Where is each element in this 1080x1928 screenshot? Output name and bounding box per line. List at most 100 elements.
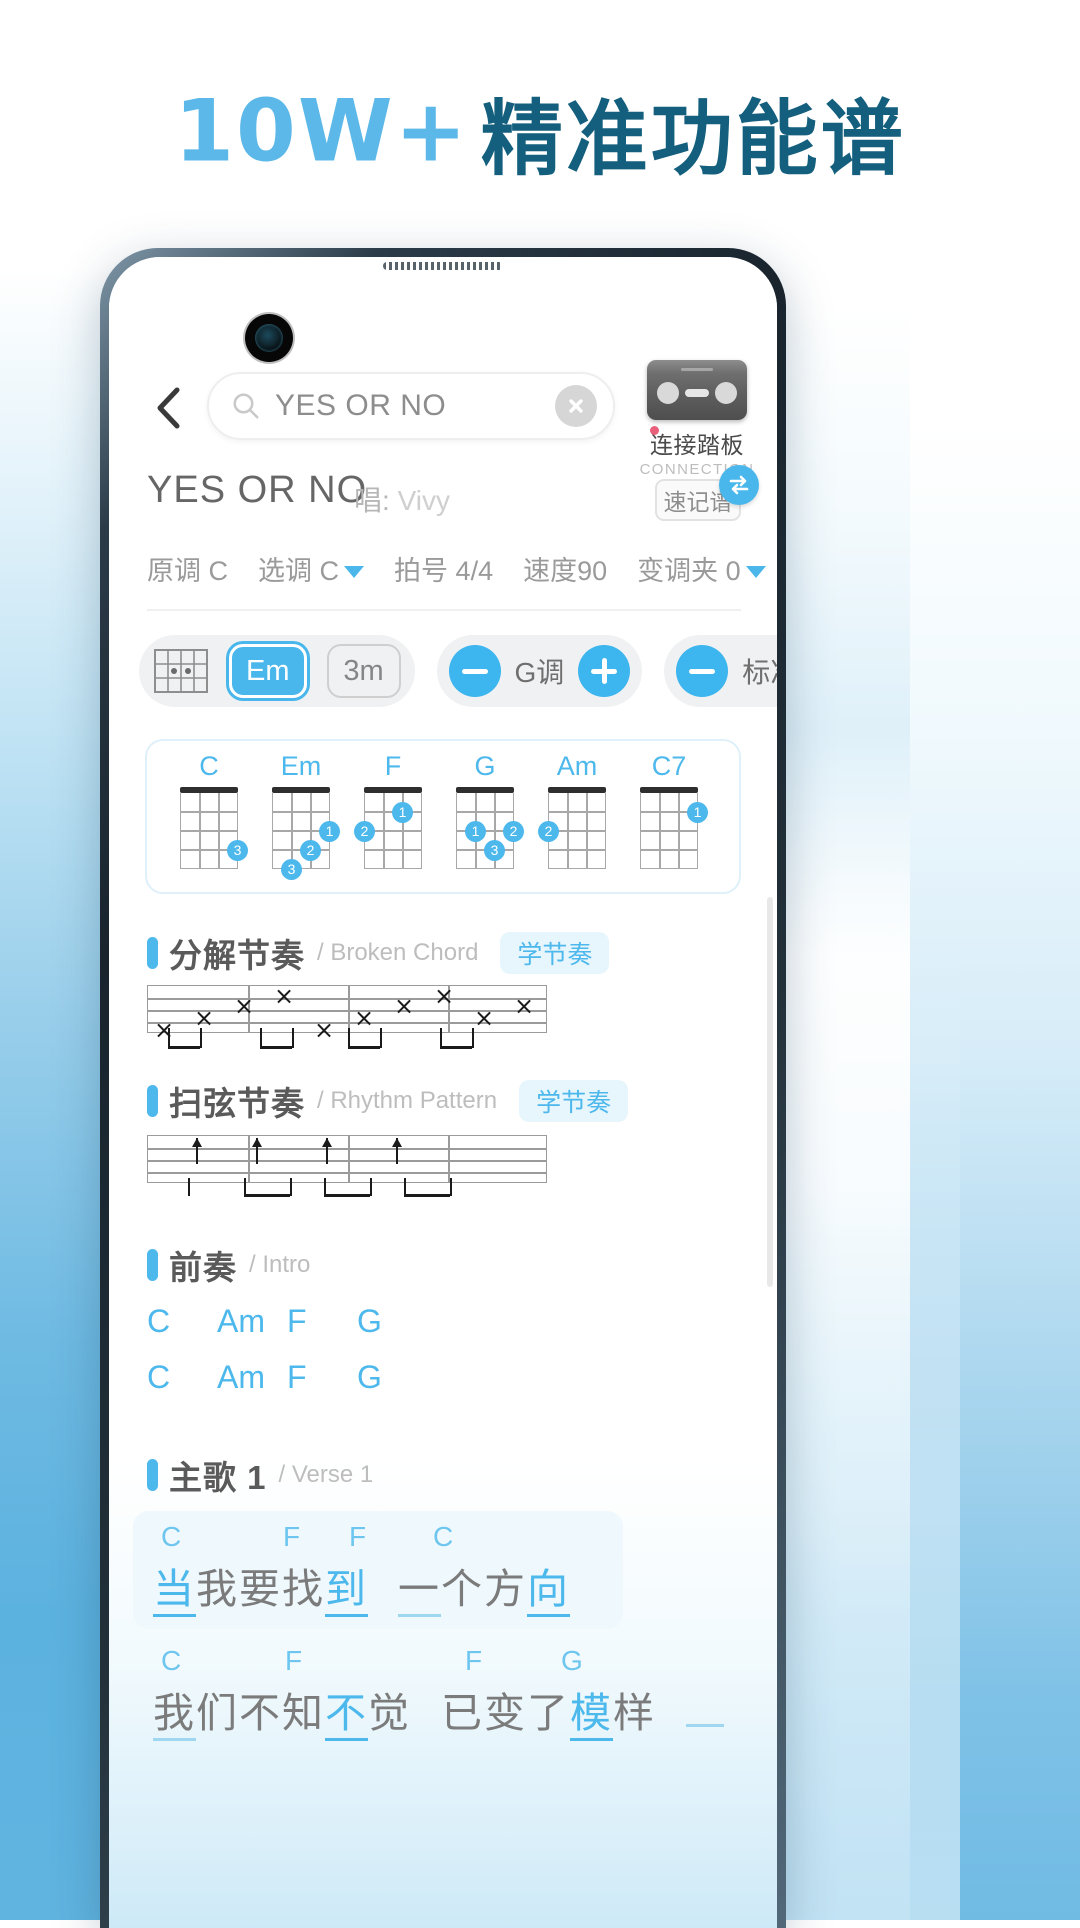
connect-pedal-widget[interactable]: 连接踏板 CONNECTION [635,360,759,478]
lyric-line-block[interactable]: C F F C 当我要找到 一个方向 [133,1511,623,1629]
note-beam [404,1194,450,1197]
note-stem [380,1028,382,1048]
chord-finger-dot: 2 [354,821,375,842]
section-verse1-name: 主歌 1 [169,1459,267,1496]
chord-fretboard: 12 [354,787,422,869]
strum-up-arrow [323,1138,331,1164]
strum-up-arrow [253,1138,261,1164]
progression-chord: Am [217,1359,265,1395]
pedal-status-dot [650,426,659,435]
section-rhythm-pattern-name: 扫弦节奏 [169,1085,305,1122]
back-button[interactable] [147,384,189,432]
chord-fretboard: 123 [456,787,524,869]
note-beam [324,1194,370,1197]
singer-label: 唱: [354,485,390,516]
chord-finger-dot: 1 [392,802,413,823]
swap-score-button[interactable] [719,465,759,505]
chord-diagram[interactable]: C7 1 [623,751,715,869]
lyric-chord: C [161,1521,182,1552]
meta-tempo-label: 速度 [523,556,578,586]
fretboard-icon[interactable] [153,648,209,694]
note-stem [348,1028,350,1048]
meta-capo[interactable]: 变调夹 0 [637,549,766,588]
meta-selected-key[interactable]: 选调 C [258,549,365,588]
progression-chord: C [147,1359,171,1395]
chord-fretboard: 123 [272,787,340,880]
key-minus-button[interactable] [448,645,501,697]
lyric-chord: F [285,1645,303,1676]
meta-time-signature-value: 4/4 [455,556,494,586]
progression-chord: G [357,1303,382,1339]
section-rhythm-pattern-header: 扫弦节奏 / Rhythm Pattern 学节奏 [147,1077,629,1125]
learn-rhythm-button-broken[interactable]: 学节奏 [500,932,610,974]
chord-fretboard: 1 [640,787,708,869]
lyric-segment: 当 [153,1566,196,1617]
meta-capo-label: 变调夹 [637,556,719,586]
section-marker [147,1085,158,1117]
tab-x-note: × [314,1016,335,1044]
meta-original-key: 原调 C [147,549,228,588]
headline-text: 精准功能谱 [480,94,906,185]
song-header: YES OR NO 唱: Vivy 速记谱 [109,463,777,539]
lyric-text-row: 我们不知不觉 已变了模样 [153,1679,724,1741]
scrollbar[interactable] [767,897,773,1287]
section-marker [147,1459,158,1491]
learn-rhythm-button-pattern[interactable]: 学节奏 [519,1080,629,1122]
chord-diagram-name: C7 [651,751,687,781]
chord-finger-dot: 2 [300,840,321,861]
lyric-segment: 觉 [368,1690,411,1736]
lyric-segment: 模 [570,1690,613,1741]
section-intro-header: 前奏 / Intro [147,1241,310,1289]
note-stem [168,1028,170,1048]
chord-finger-dot: 1 [687,802,708,823]
lyric-segment: 我 [153,1690,196,1741]
note-stem [370,1178,372,1196]
tuning-minus-button[interactable] [676,645,729,697]
lyric-chord: C [433,1521,454,1552]
chord-display-group: Em 3m [139,635,415,707]
app-screen: YES OR NO 连接踏板 CONNECTION YES OR NO 唱: V… [109,257,777,1928]
intro-progression-line-1: C Am F G [147,1303,427,1340]
section-broken-chord-name: 分解节奏 [169,937,305,974]
phone-mockup: YES OR NO 连接踏板 CONNECTION YES OR NO 唱: V… [100,248,786,1928]
chord-diagram[interactable]: G 123 [439,751,531,869]
note-beam [260,1046,292,1049]
meta-original-key-value: C [208,556,229,586]
strum-up-arrow [393,1138,401,1164]
key-plus-button[interactable] [578,645,631,697]
chord-finger-dot: 3 [484,840,505,861]
lyric-line-block[interactable]: C F F G 我们不知不觉 已变了模样 [133,1635,724,1753]
chord-fretboard: 3 [180,787,248,869]
chord-diagram-name: C [199,751,219,781]
pedal-knob-left [657,382,679,404]
chord-diagram[interactable]: C3 [163,751,255,869]
chord-diagram[interactable]: F 12 [347,751,439,869]
section-broken-chord-eng: / Broken Chord [317,939,479,966]
lyric-segment: 们不知 [196,1690,325,1736]
chord-diagram[interactable]: Em 1 2 3 [255,751,347,880]
chord-chip-em[interactable]: Em [229,644,307,698]
section-rhythm-pattern-eng: / Rhythm Pattern [317,1087,498,1114]
meta-selected-key-value: C [319,556,340,586]
progression-chord: C [147,1303,171,1339]
search-value: YES OR NO [275,389,447,422]
search-clear-button[interactable] [555,385,597,427]
intro-progression-line-2: C Am F G [147,1359,427,1396]
lyric-chord: C [161,1645,182,1676]
progression-chord: Am [217,1303,265,1339]
singer-name: Vivy [397,485,450,516]
lyric-segment: 已变了 [441,1690,570,1736]
note-stem [472,1028,474,1048]
back-chevron-icon [157,387,180,429]
search-input[interactable]: YES OR NO [207,372,615,440]
tab-x-note: × [514,992,535,1020]
note-stem [440,1028,442,1048]
chord-chip-3m[interactable]: 3m [326,644,401,698]
lyric-chord: F [465,1645,483,1676]
lyric-chord-row: CFFC [153,1521,603,1555]
tab-x-note: × [354,1004,375,1032]
chord-diagram[interactable]: Am 2 [531,751,623,869]
key-stepper-group: G调 [436,635,643,707]
lyric-segment: 样 [613,1690,656,1736]
score-toolbar: Em 3m G调 标准 [139,635,777,707]
